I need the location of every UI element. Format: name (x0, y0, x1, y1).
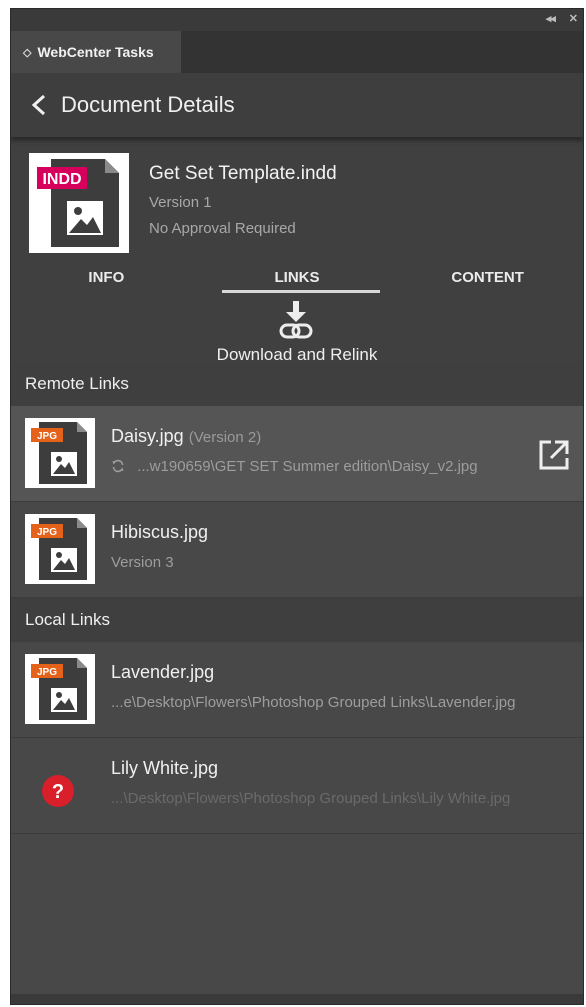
tab-links[interactable]: LINKS (202, 265, 393, 297)
jpg-file-icon: JPG (25, 418, 95, 488)
link-name: Lavender.jpg (111, 662, 215, 682)
missing-link-icon: ? (42, 775, 74, 807)
document-name: Get Set Template.indd (149, 163, 337, 184)
link-path-text: ...w190659\GET SET Summer edition\Daisy_… (137, 458, 478, 475)
jpg-file-icon: JPG (25, 654, 95, 724)
remote-links-title: Remote Links (25, 374, 129, 393)
link-name: Daisy.jpg (Version 2) (111, 426, 261, 447)
jpg-file-icon: JPG (25, 514, 95, 584)
link-name: Hibiscus.jpg (111, 522, 209, 542)
document-tabs: INFO LINKS CONTENT (11, 265, 583, 297)
document-details-header: Document Details (11, 73, 583, 137)
panel-tab-webcenter-tasks[interactable]: ◇ WebCenter Tasks (11, 31, 181, 73)
list-item-local-link[interactable]: ? Lily White.jpg ...\Desktop\Flowers\Pho… (11, 738, 583, 834)
jpg-badge-text: JPG (37, 527, 57, 538)
tab-info[interactable]: INFO (11, 265, 202, 297)
link-name-text: Daisy.jpg (111, 426, 184, 446)
list-item-local-link[interactable]: JPG Lavender.jpg ...e\Desktop\Flowers\Ph… (11, 642, 583, 738)
local-links-header: Local Links (11, 598, 583, 642)
link-name: Lily White.jpg (111, 758, 219, 778)
download-link-icon (279, 301, 313, 339)
indd-file-icon: INDD (29, 153, 129, 253)
document-version: Version 1 (149, 194, 212, 211)
jpg-badge-text: JPG (37, 431, 57, 442)
sync-icon (112, 459, 124, 473)
link-version: Version 3 (111, 554, 174, 571)
indd-badge-text: INDD (42, 171, 81, 188)
link-path: ...e\Desktop\Flowers\Photoshop Grouped L… (111, 694, 516, 711)
list-item-remote-link[interactable]: JPG Daisy.jpg (Version 2) ...w190659\GET… (11, 406, 583, 502)
jpg-badge-text: JPG (37, 667, 57, 678)
link-path: ...\Desktop\Flowers\Photoshop Grouped Li… (111, 790, 511, 807)
page-title: Document Details (61, 92, 235, 117)
document-approval-status: No Approval Required (149, 220, 296, 237)
local-links-title: Local Links (25, 610, 111, 629)
back-arrow-icon[interactable] (31, 94, 47, 116)
svg-text:?: ? (52, 781, 64, 803)
webcenter-panel: ◂◂ ✕ ◇ WebCenter Tasks Document Details … (10, 8, 584, 1005)
collapse-panel-icon[interactable]: ◂◂ (546, 12, 556, 25)
link-version: (Version 2) (188, 429, 262, 446)
panel-tab-label: WebCenter Tasks (37, 44, 154, 60)
download-relink-label: Download and Relink (216, 345, 378, 364)
download-relink-button[interactable]: Download and Relink (11, 297, 583, 364)
panel-topbar: ◂◂ ✕ (11, 9, 583, 31)
external-link-icon[interactable] (537, 438, 571, 472)
document-summary: INDD Get Set Template.indd Version 1 No … (11, 137, 583, 364)
remote-links-header: Remote Links (11, 362, 583, 406)
panel-menu-icon[interactable]: ◇ (23, 46, 31, 59)
tab-content[interactable]: CONTENT (392, 265, 583, 297)
link-path: ...w190659\GET SET Summer edition\Daisy_… (111, 458, 478, 475)
panel-tabbar: ◇ WebCenter Tasks (11, 31, 583, 73)
close-panel-icon[interactable]: ✕ (569, 12, 578, 25)
list-item-remote-link[interactable]: JPG Hibiscus.jpg Version 3 (11, 502, 583, 598)
panel-resize-handle[interactable] (11, 994, 583, 1004)
